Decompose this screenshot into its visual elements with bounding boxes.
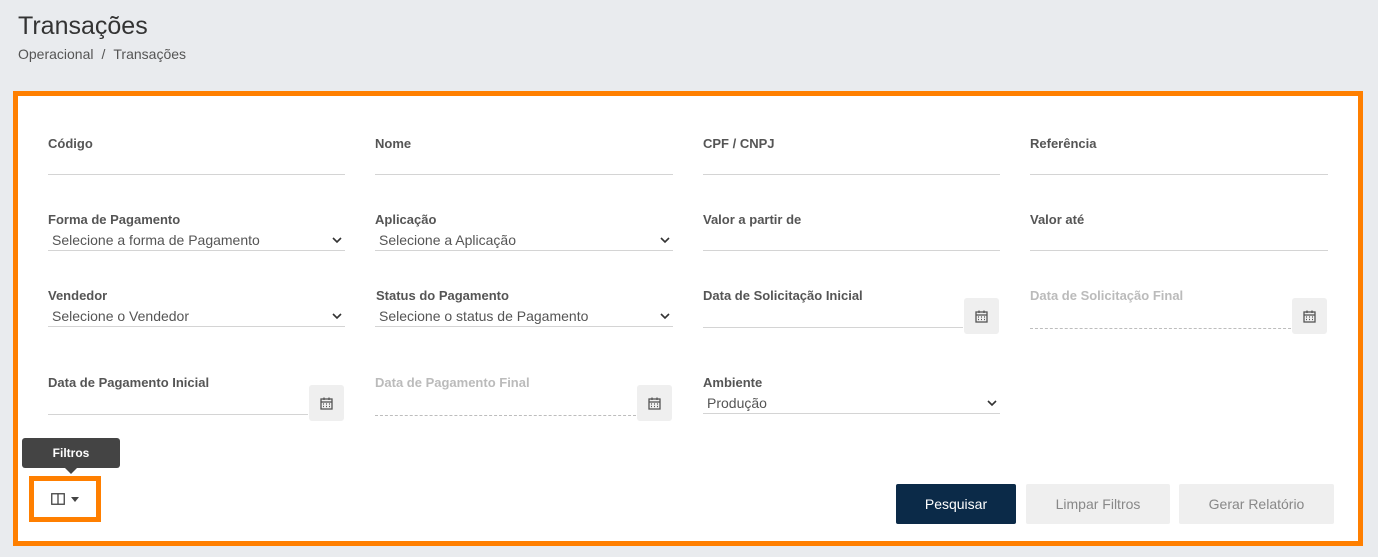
chevron-down-icon — [332, 237, 342, 244]
breadcrumb: Operacional / Transações — [18, 46, 186, 62]
page-title: Transações — [18, 12, 148, 40]
data-solicitacao-final-calendar-button[interactable] — [1292, 298, 1327, 334]
aplicacao-label: Aplicação — [375, 212, 437, 227]
breadcrumb-separator: / — [101, 46, 106, 62]
status-pagamento-underline — [375, 326, 673, 327]
forma-pagamento-label: Forma de Pagamento — [48, 212, 181, 227]
vendedor-field[interactable]: Vendedor Selecione o Vendedor — [48, 288, 345, 334]
chevron-down-icon — [987, 400, 997, 407]
data-pagamento-inicial-label: Data de Pagamento Inicial — [48, 375, 210, 390]
aplicacao-underline — [375, 250, 673, 251]
codigo-label: Código — [48, 136, 93, 151]
nome-label: Nome — [375, 136, 412, 151]
data-pagamento-final-field[interactable]: Data de Pagamento Final — [375, 375, 672, 421]
ambiente-label: Ambiente — [703, 375, 763, 390]
chevron-down-icon — [660, 237, 670, 244]
data-pagamento-inicial-input[interactable] — [48, 414, 308, 415]
data-solicitacao-inicial-calendar-button[interactable] — [964, 298, 999, 334]
cpf-cnpj-input[interactable] — [703, 174, 1000, 175]
calendar-icon — [975, 310, 988, 323]
cpf-cnpj-label: CPF / CNPJ — [703, 136, 775, 151]
column-toggle-button[interactable] — [29, 476, 101, 522]
aplicacao-select[interactable]: Selecione a Aplicação — [379, 232, 516, 248]
data-pagamento-final-calendar-button[interactable] — [637, 385, 672, 421]
referencia-input[interactable] — [1030, 174, 1328, 175]
referencia-field[interactable]: Referência — [1030, 136, 1328, 182]
caret-down-icon — [71, 496, 79, 502]
valor-ate-field[interactable]: Valor até — [1030, 212, 1328, 258]
referencia-label: Referência — [1030, 136, 1097, 151]
clear-filters-button[interactable]: Limpar Filtros — [1026, 484, 1170, 524]
data-solicitacao-final-field[interactable]: Data de Solicitação Final — [1030, 288, 1327, 334]
forma-pagamento-select[interactable]: Selecione a forma de Pagamento — [52, 232, 260, 248]
vendedor-underline — [48, 326, 345, 327]
chevron-down-icon — [332, 313, 342, 320]
generate-report-button[interactable]: Gerar Relatório — [1179, 484, 1334, 524]
calendar-icon — [1303, 310, 1316, 323]
forma-pagamento-underline — [48, 250, 345, 251]
data-solicitacao-final-label: Data de Solicitação Final — [1030, 288, 1184, 303]
search-button[interactable]: Pesquisar — [896, 484, 1016, 524]
forma-pagamento-field[interactable]: Forma de Pagamento Selecione a forma de … — [48, 212, 345, 258]
valor-ate-label: Valor até — [1030, 212, 1085, 227]
data-pagamento-final-input[interactable] — [375, 415, 636, 416]
filters-panel: Código Nome CPF / CNPJ Referência Forma … — [13, 91, 1363, 546]
ambiente-field[interactable]: Ambiente Produção — [703, 375, 1000, 421]
tooltip-text: Filtros — [52, 446, 90, 460]
vendedor-select[interactable]: Selecione o Vendedor — [52, 308, 189, 324]
codigo-field[interactable]: Código — [48, 136, 345, 182]
valor-a-partir-label: Valor a partir de — [703, 212, 802, 227]
ambiente-select[interactable]: Produção — [707, 395, 767, 411]
codigo-input[interactable] — [48, 174, 345, 175]
breadcrumb-item-transacoes: Transações — [113, 46, 187, 62]
filters-tooltip: Filtros — [22, 438, 120, 474]
nome-input[interactable] — [375, 174, 673, 175]
data-solicitacao-inicial-input[interactable] — [703, 327, 963, 328]
columns-icon — [51, 493, 65, 505]
vendedor-label: Vendedor — [48, 288, 108, 303]
chevron-down-icon — [660, 313, 670, 320]
status-pagamento-label: Status do Pagamento — [376, 288, 509, 303]
data-pagamento-final-label: Data de Pagamento Final — [375, 375, 530, 390]
valor-a-partir-input[interactable] — [703, 250, 1000, 251]
ambiente-underline — [703, 413, 1000, 414]
calendar-icon — [648, 397, 661, 410]
calendar-icon — [320, 397, 333, 410]
data-pagamento-inicial-field[interactable]: Data de Pagamento Inicial — [48, 375, 344, 421]
status-pagamento-field[interactable]: Status do Pagamento Selecione o status d… — [375, 288, 673, 334]
data-solicitacao-final-input[interactable] — [1030, 328, 1291, 329]
nome-field[interactable]: Nome — [375, 136, 673, 182]
data-solicitacao-inicial-label: Data de Solicitação Inicial — [703, 288, 863, 303]
data-pagamento-inicial-calendar-button[interactable] — [309, 385, 344, 421]
aplicacao-field[interactable]: Aplicação Selecione a Aplicação — [375, 212, 673, 258]
data-solicitacao-inicial-field[interactable]: Data de Solicitação Inicial — [703, 288, 999, 334]
valor-ate-input[interactable] — [1030, 250, 1328, 251]
tooltip-arrow — [65, 468, 77, 474]
status-pagamento-select[interactable]: Selecione o status de Pagamento — [379, 308, 588, 324]
valor-a-partir-field[interactable]: Valor a partir de — [703, 212, 1000, 258]
breadcrumb-item-operacional[interactable]: Operacional — [18, 46, 94, 62]
cpf-cnpj-field[interactable]: CPF / CNPJ — [703, 136, 1000, 182]
